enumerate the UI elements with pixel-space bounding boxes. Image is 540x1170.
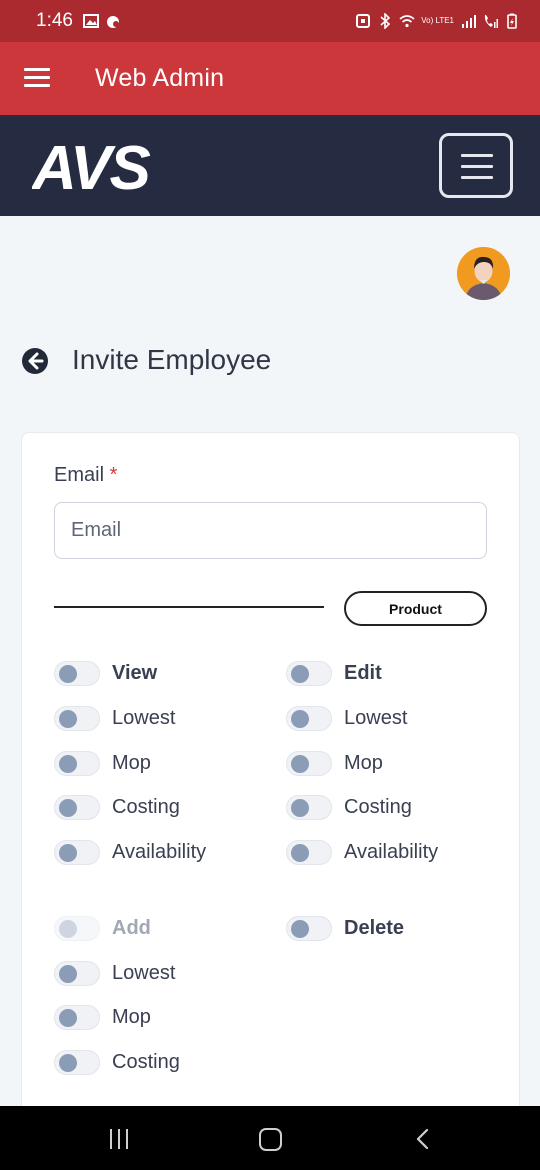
perm-edit-costing[interactable]: Costing xyxy=(286,795,412,820)
perm-view-costing[interactable]: Costing xyxy=(54,795,180,820)
brand-logo: AVS xyxy=(32,135,153,195)
toggle-view-lowest[interactable] xyxy=(54,706,100,731)
nfc-icon xyxy=(356,14,371,28)
toggle-edit-costing[interactable] xyxy=(286,795,332,820)
perm-edit[interactable]: Edit xyxy=(286,661,382,686)
perm-add-costing[interactable]: Costing xyxy=(54,1050,180,1075)
image-icon xyxy=(82,14,99,28)
call-signal-icon xyxy=(484,15,498,28)
svg-text:AVS: AVS xyxy=(32,135,151,195)
email-label: Email * xyxy=(54,464,118,486)
toggle-add-lowest[interactable] xyxy=(54,961,100,986)
perm-label: View xyxy=(112,662,158,684)
alarm-icon xyxy=(106,16,119,28)
perm-label: Edit xyxy=(344,662,382,684)
status-bar: 1:46 Vo) LTE1 xyxy=(0,0,540,42)
toggle-view[interactable] xyxy=(54,661,100,686)
perm-label: Lowest xyxy=(344,707,408,729)
signal-bars-icon xyxy=(462,15,476,28)
perm-label: Availability xyxy=(344,841,439,863)
perm-edit-availability[interactable]: Availability xyxy=(286,840,438,865)
perm-label: Mop xyxy=(112,752,151,774)
volte-lte-signal-icon: Vo) LTE1 xyxy=(421,16,454,25)
perm-label: Costing xyxy=(112,796,180,818)
perm-label: Delete xyxy=(344,917,405,939)
page-title: Invite Employee xyxy=(72,344,272,375)
perm-delete[interactable]: Delete xyxy=(286,916,404,941)
product-button[interactable]: Product xyxy=(344,591,487,626)
toggle-delete[interactable] xyxy=(286,916,332,941)
bluetooth-icon xyxy=(380,13,391,29)
back-arrow-icon[interactable] xyxy=(21,347,49,375)
home-icon[interactable] xyxy=(259,1128,282,1151)
toggle-add[interactable] xyxy=(54,916,100,941)
perm-label: Mop xyxy=(344,752,383,774)
avatar[interactable] xyxy=(457,247,510,300)
perm-label: Costing xyxy=(112,1051,180,1073)
perm-edit-lowest[interactable]: Lowest xyxy=(286,706,407,731)
perm-add-mop[interactable]: Mop xyxy=(54,1005,151,1030)
divider-line xyxy=(54,606,324,608)
user-avatar-icon xyxy=(457,247,510,300)
app-title: Web Admin xyxy=(95,64,225,92)
nav-back-icon[interactable] xyxy=(413,1128,431,1150)
toggle-edit-lowest[interactable] xyxy=(286,706,332,731)
perm-view-mop[interactable]: Mop xyxy=(54,751,151,776)
toggle-view-mop[interactable] xyxy=(54,751,100,776)
toggle-edit-mop[interactable] xyxy=(286,751,332,776)
toggle-edit-availability[interactable] xyxy=(286,840,332,865)
perm-edit-mop[interactable]: Mop xyxy=(286,751,383,776)
perm-label: Costing xyxy=(344,796,412,818)
perm-view-availability[interactable]: Availability xyxy=(54,840,206,865)
wifi-icon xyxy=(399,15,415,28)
perm-add[interactable]: Add xyxy=(54,916,151,941)
perm-label: Availability xyxy=(112,841,207,863)
toggle-add-mop[interactable] xyxy=(54,1005,100,1030)
perm-label: Mop xyxy=(112,1006,151,1028)
toggle-add-costing[interactable] xyxy=(54,1050,100,1075)
status-time: 1:46 xyxy=(36,10,73,31)
brand-menu-button[interactable] xyxy=(439,133,513,198)
app-bar: Web Admin xyxy=(0,42,540,115)
required-mark: * xyxy=(109,464,118,486)
toggle-edit[interactable] xyxy=(286,661,332,686)
perm-add-lowest[interactable]: Lowest xyxy=(54,961,175,986)
toggle-view-availability[interactable] xyxy=(54,840,100,865)
menu-icon[interactable] xyxy=(24,68,50,88)
toggle-view-costing[interactable] xyxy=(54,795,100,820)
email-input[interactable] xyxy=(54,502,487,559)
battery-icon xyxy=(507,13,517,29)
perm-label: Add xyxy=(112,917,151,939)
perm-view-lowest[interactable]: Lowest xyxy=(54,706,175,731)
recents-icon[interactable] xyxy=(108,1129,132,1149)
perm-label: Lowest xyxy=(112,962,176,984)
perm-view[interactable]: View xyxy=(54,661,157,686)
perm-label: Lowest xyxy=(112,707,176,729)
